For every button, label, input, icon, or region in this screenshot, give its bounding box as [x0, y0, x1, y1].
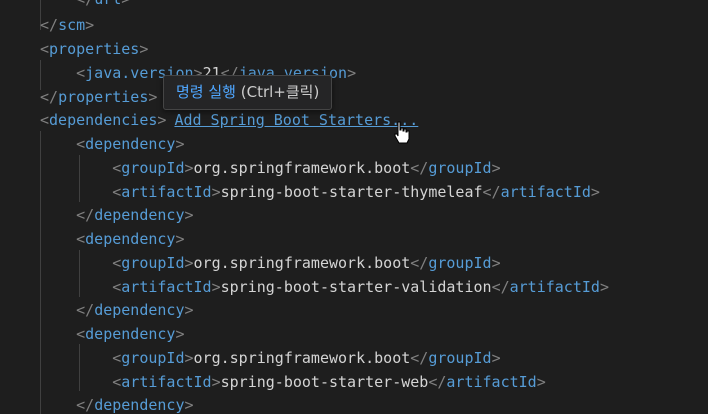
- code-line-dependency-close: </dependency>: [76, 396, 194, 414]
- element-value: org.springframework.boot: [193, 159, 411, 177]
- tag-name: groupId: [121, 254, 185, 272]
- code-line-url-close: </url>: [40, 0, 130, 12]
- code-line-dependency-open: <dependency>: [76, 230, 185, 248]
- tag-name: properties: [58, 88, 149, 106]
- code-line-properties-open: <properties>: [40, 40, 149, 58]
- element-value: spring-boot-starter-web: [220, 373, 429, 391]
- tooltip-command: 명령 실행: [176, 83, 236, 101]
- tooltip-shortcut: (Ctrl+클릭): [240, 83, 320, 101]
- tag-name: dependencies: [49, 111, 158, 129]
- tag-name: groupId: [121, 159, 185, 177]
- tag-name: dependency: [94, 206, 185, 224]
- add-spring-boot-starters-link[interactable]: Add Spring Boot Starters...: [174, 111, 418, 129]
- tag-name: dependency: [94, 301, 185, 319]
- command-tooltip: 명령 실행 (Ctrl+클릭): [163, 75, 333, 110]
- tag-name: groupId: [428, 159, 492, 177]
- element-value: spring-boot-starter-thymeleaf: [220, 183, 483, 201]
- tag-name: artifactId: [121, 183, 212, 201]
- code-line-dependencies-open: <dependencies> Add Spring Boot Starters..…: [40, 111, 419, 129]
- hand-pointer-icon: [394, 121, 410, 144]
- tag-name: artifactId: [509, 278, 600, 296]
- tag-name: artifactId: [121, 373, 212, 391]
- code-line-properties-close: </properties>: [40, 88, 158, 106]
- tag-name: properties: [49, 40, 140, 58]
- element-value: spring-boot-starter-validation: [220, 278, 492, 296]
- tag-name: artifactId: [500, 183, 591, 201]
- code-line-artifactid: <artifactId>spring-boot-starter-validati…: [112, 278, 609, 296]
- tag-name: groupId: [121, 349, 185, 367]
- code-line-dependency-close: </dependency>: [76, 301, 194, 319]
- code-line-scm-close: </scm>: [40, 16, 95, 34]
- tag-name: groupId: [428, 254, 492, 272]
- element-value: org.springframework.boot: [193, 349, 411, 367]
- code-line-groupid: <groupId>org.springframework.boot</group…: [112, 349, 501, 367]
- tag-name: dependency: [85, 135, 176, 153]
- code-line-groupid: <groupId>org.springframework.boot</group…: [112, 159, 501, 177]
- tag-name: scm: [58, 16, 86, 34]
- tag-name: groupId: [428, 349, 492, 367]
- code-line-dependency-close: </dependency>: [76, 206, 194, 224]
- code-line-dependency-open: <dependency>: [76, 325, 185, 343]
- tag-name: dependency: [85, 230, 176, 248]
- tag-name: url: [94, 0, 121, 8]
- tag-name: artifactId: [121, 278, 212, 296]
- code-editor[interactable]: </url> </scm> <properties> <java.version…: [0, 0, 708, 414]
- code-line-groupid: <groupId>org.springframework.boot</group…: [112, 254, 501, 272]
- tag-name: artifactId: [446, 373, 537, 391]
- code-line-dependency-open: <dependency>: [76, 135, 185, 153]
- code-line-artifactid: <artifactId>spring-boot-starter-thymelea…: [112, 183, 600, 201]
- tag-name: dependency: [85, 325, 176, 343]
- tag-name: dependency: [94, 396, 185, 414]
- code-line-artifactid: <artifactId>spring-boot-starter-web</art…: [112, 373, 546, 391]
- element-value: org.springframework.boot: [193, 254, 411, 272]
